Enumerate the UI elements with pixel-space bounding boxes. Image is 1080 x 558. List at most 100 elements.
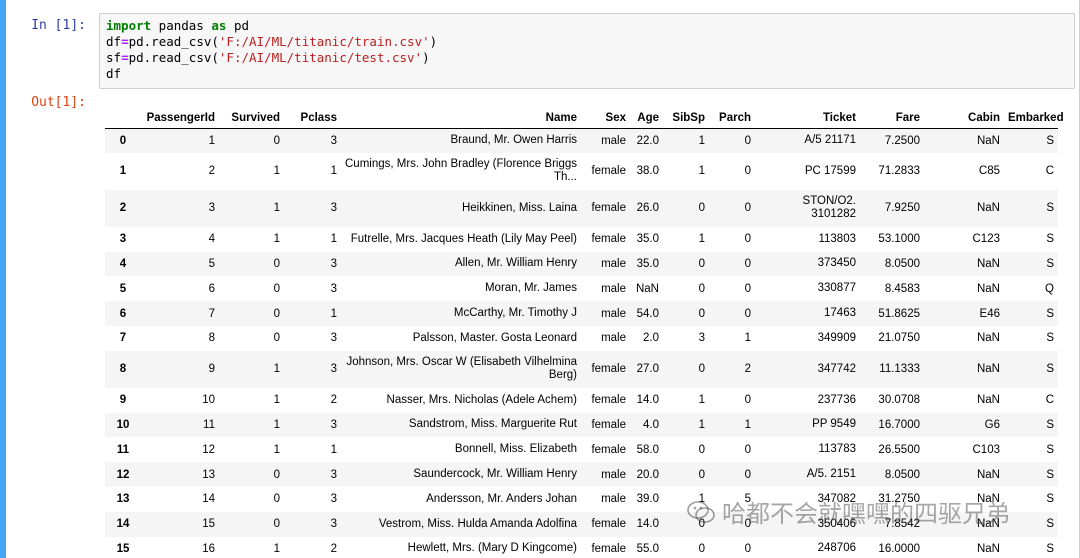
table-cell: 3: [330, 418, 337, 431]
table-cell: 0: [273, 468, 280, 481]
table-cell: 0: [744, 443, 751, 456]
table-cell: 0: [698, 307, 705, 320]
table-cell: NaN: [976, 394, 1000, 407]
table-row: 0 1 0 3 Braund, Mr. Owen Harris male 22.0 1 0 A/5…: [105, 128, 1058, 153]
row-index: 4: [119, 257, 127, 270]
dataframe-table: PassengerId Survived Pclass Name Sex Age SibSp…: [105, 108, 1064, 558]
table-cell: 6: [208, 282, 215, 295]
table-cell: 330877: [817, 282, 856, 295]
table-cell: female: [591, 443, 626, 456]
table-cell: 0: [273, 257, 280, 270]
table-cell: NaN: [976, 468, 1000, 481]
table-cell: C: [1045, 165, 1054, 178]
table-cell: 1: [273, 443, 280, 456]
table-cell: McCarthy, Mr. Timothy J: [453, 307, 577, 320]
wechat-icon: [687, 500, 715, 523]
table-cell: 1: [330, 443, 337, 456]
table-cell: 3: [330, 202, 337, 215]
header-row: PassengerId Survived Pclass Name Sex Age SibSp…: [105, 108, 1064, 129]
row-index: 1: [119, 165, 127, 178]
table-cell: 1: [208, 134, 215, 147]
code-text: sf: [106, 50, 122, 65]
table-cell: NaN: [976, 257, 1000, 270]
table-cell: 373450: [817, 257, 856, 270]
output-prompt: Out[1]:: [31, 95, 86, 110]
code-operator: =: [121, 34, 129, 49]
code-string: 'F:/AI/ML/titanic/test.csv': [218, 50, 423, 65]
table-cell: 5: [208, 257, 215, 270]
table-cell: 1: [698, 165, 705, 178]
table-cell: male: [601, 332, 626, 345]
table-cell: 9: [208, 363, 215, 376]
table-cell: 0: [273, 332, 280, 345]
table-cell: 11.1333: [879, 363, 920, 376]
table-cell: 39.0: [636, 493, 659, 506]
table-cell: 2: [330, 394, 337, 407]
table-cell: 0: [698, 363, 705, 376]
column-header: Fare: [860, 108, 924, 129]
table-cell: 0: [744, 468, 751, 481]
input-prompt: In [1]:: [31, 18, 86, 33]
table-cell: A/5. 2151: [806, 468, 856, 481]
table-cell: 237736: [817, 393, 856, 406]
table-cell: 15: [202, 518, 215, 531]
table-cell: 0: [698, 202, 705, 215]
table-cell: S: [1046, 518, 1054, 531]
table-cell: 1: [744, 418, 751, 431]
table-cell: 38.0: [636, 165, 659, 178]
table-cell: 54.0: [636, 307, 659, 320]
code-input[interactable]: import pandas as pd df=pd.read_csv('F:/A…: [99, 13, 1075, 89]
table-cell: 2.0: [643, 332, 659, 345]
table-cell: male: [601, 468, 626, 481]
table-cell: Hewlett, Mrs. (Mary D Kingcome): [407, 542, 577, 555]
row-index: 0: [119, 134, 127, 147]
table-cell: Andersson, Mr. Anders Johan: [426, 492, 577, 505]
table-cell: 8.4583: [884, 282, 920, 295]
table-cell: 1: [698, 233, 705, 246]
table-cell: C: [1045, 394, 1054, 407]
notebook-cell[interactable]: In [1]: import pandas as pd df=pd.read_c…: [0, 0, 1080, 558]
code-line-2: df=pd.read_csv('F:/AI/ML/titanic/train.c…: [106, 34, 1068, 50]
table-cell: Palsson, Master. Gosta Leonard: [412, 331, 577, 344]
table-cell: 26.0: [636, 202, 659, 215]
code-keyword: as: [211, 18, 227, 33]
table-cell: 1: [698, 134, 705, 147]
table-cell: female: [591, 394, 626, 407]
table-cell: 3: [208, 202, 215, 215]
table-cell: S: [1046, 202, 1054, 215]
table-cell: 14.0: [636, 518, 659, 531]
table-cell: 16.7000: [878, 418, 920, 431]
table-cell: 3: [330, 468, 337, 481]
table-cell: 3: [330, 493, 337, 506]
table-row: 3 4 1 1 Futrelle, Mrs. Jacques Heath (Lily M…: [105, 227, 1058, 252]
table-cell: Braund, Mr. Owen Harris: [450, 134, 577, 147]
table-cell: NaN: [976, 202, 1000, 215]
row-index: 12: [116, 468, 130, 481]
table-cell: 1: [330, 233, 337, 246]
table-cell: 8.0500: [884, 468, 920, 481]
table-row: 2 3 1 3 Heikkinen, Miss. Laina female 26.0 0 0 ST…: [105, 189, 1058, 227]
column-header: Parch: [709, 108, 755, 129]
column-header: Survived: [219, 108, 284, 129]
table-cell: 248706: [817, 542, 856, 555]
table-cell: 1: [698, 394, 705, 407]
column-header: [105, 108, 141, 129]
code-string: 'F:/AI/ML/titanic/train.csv': [218, 34, 430, 49]
table-cell: 55.0: [636, 542, 659, 555]
code-line-3: sf=pd.read_csv('F:/AI/ML/titanic/test.cs…: [106, 50, 1068, 66]
table-cell: PP 9549: [812, 418, 856, 431]
table-cell: S: [1046, 468, 1054, 481]
table-row: 6 7 0 1 McCarthy, Mr. Timothy J male 54.0 0 0 174…: [105, 301, 1058, 326]
code-text: pd.read_csv(: [128, 34, 219, 49]
table-cell: NaN: [976, 363, 1000, 376]
table-cell: 0: [744, 394, 751, 407]
table-cell: 26.5500: [878, 443, 920, 456]
table-cell: 4: [208, 233, 215, 246]
table-cell: 1: [273, 165, 280, 178]
row-index: 9: [119, 394, 127, 407]
table-cell: 11: [203, 418, 215, 431]
table-cell: 113783: [818, 443, 856, 456]
table-row: 4 5 0 3 Allen, Mr. William Henry male 35.0 0 0 37…: [105, 251, 1058, 277]
table-cell: S: [1046, 443, 1054, 456]
table-cell: female: [591, 165, 626, 178]
